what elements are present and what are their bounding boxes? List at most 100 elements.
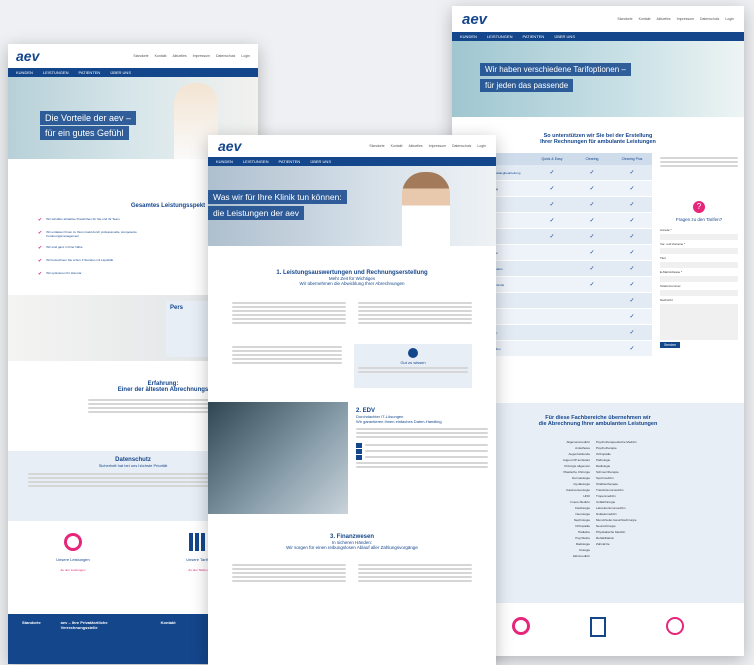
menu-leistungen[interactable]: LEISTUNGEN bbox=[243, 159, 269, 164]
doctor-photo bbox=[402, 172, 450, 246]
check-icon: ✓ bbox=[629, 346, 635, 352]
form-field-email: E-Mail Adresse * bbox=[660, 270, 738, 282]
nav-aktuelles[interactable]: Aktuelles bbox=[172, 54, 186, 58]
card-leistungen[interactable]: Unsere Leistungen Zu den Leistungen bbox=[56, 533, 90, 572]
check-icon: ✓ bbox=[589, 282, 595, 288]
card-tarife[interactable]: Unsere Tarife Zu den Tarifen bbox=[186, 533, 210, 572]
section-3-text-left bbox=[232, 562, 346, 584]
section-3-text-right bbox=[358, 562, 472, 584]
nav-aktuelles[interactable]: Aktuelles bbox=[408, 144, 422, 148]
footer-title: aev – Ihre Privatärztliche Verrechnungss… bbox=[60, 620, 108, 630]
nav-login[interactable]: Login bbox=[241, 54, 250, 58]
card-tarife-link[interactable]: Zu den Tarifen bbox=[186, 568, 210, 572]
check-icon: ✓ bbox=[549, 186, 555, 192]
menu-kunden[interactable]: KUNDEN bbox=[216, 159, 233, 164]
center-top-nav: Standorte Kontakt Aktuelles Impressum Da… bbox=[369, 144, 486, 148]
center-logo[interactable]: aev bbox=[218, 138, 241, 154]
nav-kontakt[interactable]: Kontakt bbox=[639, 17, 651, 21]
menu-patienten[interactable]: PATIENTEN bbox=[78, 70, 100, 75]
card-tarife-title: Unsere Tarife bbox=[186, 557, 210, 562]
datenschutz-text bbox=[28, 468, 238, 492]
check-icon: ✓ bbox=[549, 218, 555, 224]
section-3-body bbox=[208, 550, 496, 584]
nav-impressum[interactable]: Impressum bbox=[193, 54, 210, 58]
check-icon: ✓ bbox=[629, 266, 635, 272]
nav-login[interactable]: Login bbox=[477, 144, 486, 148]
contact-form: ? Fragen zu den Tarifen? Anrede * Vor- u… bbox=[660, 153, 738, 357]
menu-ueber-uns[interactable]: ÜBER UNS bbox=[310, 159, 331, 164]
form-field-titel: Titel bbox=[660, 256, 738, 268]
nav-standorte[interactable]: Standorte bbox=[369, 144, 384, 148]
card-leistungen-link[interactable]: Zu den Leistungen bbox=[56, 568, 90, 572]
fach-list-right: Psychotherapeutische Medizin Psychotherap… bbox=[596, 439, 686, 559]
cloud-icon bbox=[356, 454, 362, 460]
menu-patienten[interactable]: PATIENTEN bbox=[522, 34, 544, 39]
menu-ueber-uns[interactable]: ÜBER UNS bbox=[554, 34, 575, 39]
nav-kontakt[interactable]: Kontakt bbox=[391, 144, 403, 148]
check-icon: ✓ bbox=[589, 234, 595, 240]
menu-kunden[interactable]: KUNDEN bbox=[460, 34, 477, 39]
check-icon: ✓ bbox=[629, 202, 635, 208]
nav-aktuelles[interactable]: Aktuelles bbox=[656, 17, 670, 21]
section-2-text: 2. EDV Durchdachter IT-Lösungen Wir gara… bbox=[348, 402, 496, 514]
menu-kunden[interactable]: KUNDEN bbox=[16, 70, 33, 75]
section-2: 2. EDV Durchdachter IT-Lösungen Wir gara… bbox=[208, 402, 496, 514]
footer-standorte: Standorte bbox=[22, 620, 41, 625]
check-icon: ✓ bbox=[549, 170, 555, 176]
check-icon: ✓ bbox=[629, 314, 635, 320]
nav-datenschutz[interactable]: Datenschutz bbox=[700, 17, 719, 21]
telefon-input[interactable] bbox=[660, 290, 738, 296]
nav-standorte[interactable]: Standorte bbox=[617, 17, 632, 21]
fach-list-left: Allgemeinmedizin Anästhesie Augenheilkunde… bbox=[510, 439, 590, 559]
email-input[interactable] bbox=[660, 276, 738, 282]
check-icon: ✔ bbox=[38, 245, 43, 251]
right-header: aev Standorte Kontakt Aktuelles Impressu… bbox=[452, 6, 744, 32]
field-label: Vor- und Zuname * bbox=[660, 242, 686, 246]
form-field-nachricht: Nachricht bbox=[660, 298, 738, 340]
nav-login[interactable]: Login bbox=[725, 17, 734, 21]
database-icon bbox=[356, 442, 362, 448]
benefit-text: Wir sind ganz in Ihrer Nähe bbox=[46, 245, 83, 249]
menu-leistungen[interactable]: LEISTUNGEN bbox=[487, 34, 513, 39]
send-button[interactable]: Senden bbox=[660, 342, 680, 348]
check-icon: ✓ bbox=[629, 186, 635, 192]
benefit-text: Wir bezeichnen Sie schon 3 Stunden mit L… bbox=[46, 258, 114, 262]
name-input[interactable] bbox=[660, 248, 738, 254]
anrede-select[interactable] bbox=[660, 234, 738, 240]
form-title: Fragen zu den Tarifen? bbox=[675, 217, 723, 222]
check-icon: ✓ bbox=[629, 170, 635, 176]
section-1-lower: Gut zu wissen bbox=[208, 326, 496, 388]
left-main-menu: KUNDEN LEISTUNGEN PATIENTEN ÜBER UNS bbox=[8, 68, 258, 77]
nav-datenschutz[interactable]: Datenschutz bbox=[452, 144, 471, 148]
right-top-nav: Standorte Kontakt Aktuelles Impressum Da… bbox=[617, 17, 734, 21]
menu-leistungen[interactable]: LEISTUNGEN bbox=[43, 70, 69, 75]
table-header-cell: Quick & Easy bbox=[541, 157, 563, 161]
benefit-item: ✔ Wir schaffen attraktive Preishöhen für … bbox=[38, 217, 228, 223]
nav-impressum[interactable]: Impressum bbox=[677, 17, 694, 21]
nav-datenschutz[interactable]: Datenschutz bbox=[216, 54, 235, 58]
benefit-text: Wir optimieren Ihr Honorar bbox=[46, 271, 82, 275]
footer-kontakt: Kontakt bbox=[160, 620, 176, 625]
right-logo[interactable]: aev bbox=[462, 11, 487, 28]
card-leistungen-title: Unsere Leistungen bbox=[56, 557, 90, 562]
nav-impressum[interactable]: Impressum bbox=[429, 144, 446, 148]
nav-kontakt[interactable]: Kontakt bbox=[155, 54, 167, 58]
nachricht-textarea[interactable] bbox=[660, 304, 738, 340]
check-icon: ✓ bbox=[629, 298, 635, 304]
center-main-menu: KUNDEN LEISTUNGEN PATIENTEN ÜBER UNS bbox=[208, 157, 496, 166]
check-icon: ✓ bbox=[629, 218, 635, 224]
section-2-sub-2: Wir garantieren Ihnen einfaches Daten-Ha… bbox=[356, 419, 442, 424]
form-field-anrede: Anrede * bbox=[660, 228, 738, 240]
left-logo[interactable]: aev bbox=[16, 48, 39, 64]
fachbereich-item: Zahnmedizin bbox=[572, 554, 590, 558]
gut-zu-wissen-box: Gut zu wissen bbox=[354, 344, 472, 388]
menu-ueber-uns[interactable]: ÜBER UNS bbox=[110, 70, 131, 75]
menu-patienten[interactable]: PATIENTEN bbox=[278, 159, 300, 164]
titel-input[interactable] bbox=[660, 262, 738, 268]
table-header-cell: Clearing Plus bbox=[621, 157, 643, 161]
check-icon: ✓ bbox=[589, 218, 595, 224]
check-icon: ✓ bbox=[589, 266, 595, 272]
nav-standorte[interactable]: Standorte bbox=[133, 54, 148, 58]
lifebuoy-icon bbox=[512, 617, 530, 635]
benefit-item: ✔ Wir bezeichnen Sie schon 3 Stunden mit … bbox=[38, 258, 228, 264]
